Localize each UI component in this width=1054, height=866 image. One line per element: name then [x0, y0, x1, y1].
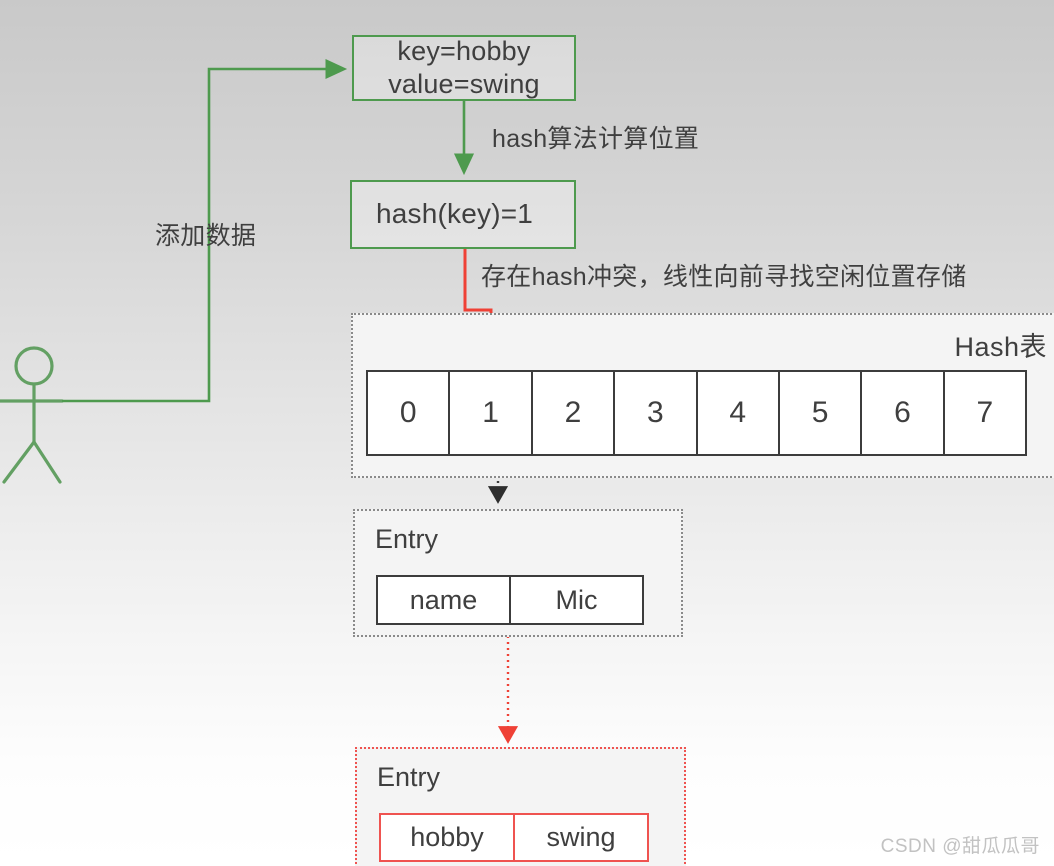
edge-label-hash-algorithm: hash算法计算位置 [492, 125, 700, 153]
hash-slot[interactable]: 0 [368, 372, 451, 454]
entry-kv-table: hobby swing [379, 813, 649, 862]
entry-value-cell: Mic [555, 584, 598, 615]
hash-slot[interactable]: 4 [698, 372, 780, 454]
watermark: CSDN @甜瓜瓜哥 [880, 836, 1040, 857]
entry-box-new: Entry hobby swing [355, 747, 686, 866]
kv-key-line: key=hobby [397, 36, 531, 67]
entry-key-cell: name [378, 577, 511, 623]
entry-kv-table: name Mic [376, 575, 644, 625]
hash-slot[interactable]: 2 [533, 372, 616, 454]
user-stick-figure [0, 346, 64, 484]
edge-label-add-data: 添加数据 [155, 222, 257, 250]
hash-slot[interactable]: 5 [780, 372, 863, 454]
entry-title: Entry [377, 762, 441, 792]
hash-function-box: hash(key)=1 [350, 180, 576, 249]
hash-slot[interactable]: 1 [450, 372, 533, 454]
hash-slot[interactable]: 7 [945, 372, 1025, 454]
entry-key-cell: hobby [381, 815, 515, 860]
kv-value-line: value=swing [388, 69, 540, 99]
hash-slot[interactable]: 6 [862, 372, 945, 454]
entry-value-cell: swing [546, 822, 616, 852]
entry-box-existing: Entry name Mic [353, 509, 683, 637]
entry-title: Entry [375, 524, 439, 554]
kv-input-box: key=hobby value=swing [352, 35, 576, 101]
hash-slot[interactable]: 3 [615, 372, 698, 454]
hash-table-slots: 0 1 2 3 4 5 6 7 [366, 370, 1027, 456]
diagram-canvas: key=hobby value=swing hash(key)=1 添加数据 h… [0, 0, 1054, 866]
hash-function-text: hash(key)=1 [376, 198, 534, 230]
edge-label-collision: 存在hash冲突，线性向前寻找空闲位置存储 [481, 263, 967, 291]
hash-table-title: Hash表 [954, 332, 1047, 362]
